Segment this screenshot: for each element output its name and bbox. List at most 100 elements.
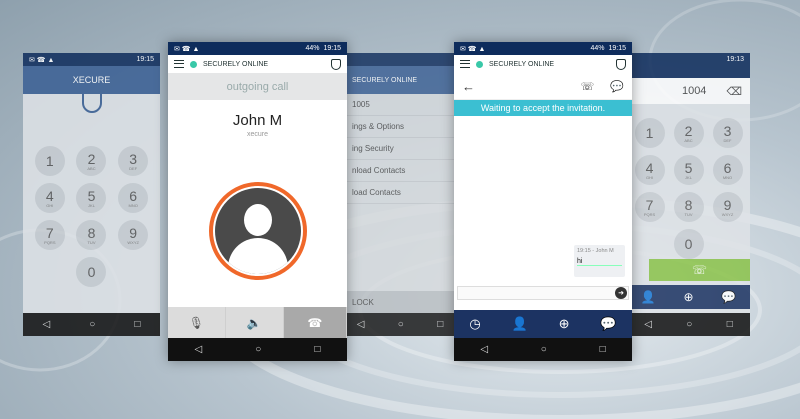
call-icon[interactable]: ☏ xyxy=(581,80,595,93)
hangup-button[interactable]: ☎ xyxy=(283,307,347,338)
message-input[interactable]: ➜ xyxy=(457,286,629,300)
home-icon[interactable]: ○ xyxy=(89,319,95,330)
contacts-icon[interactable]: 👤 xyxy=(641,290,656,304)
dial-key[interactable]: 4 GHI xyxy=(34,183,65,213)
dial-key[interactable]: 2 ABC xyxy=(76,146,107,176)
number-entry[interactable]: 1004 ⌫ xyxy=(627,78,750,104)
dial-key[interactable]: 8 TUV xyxy=(76,220,107,250)
dial-key[interactable]: 3 DEF xyxy=(118,146,149,176)
dial-key[interactable]: 7 PQRS xyxy=(34,220,65,250)
call-phone: ✉ ☎ ▲ 44% 19:15 SECURELY ONLINE outgoing … xyxy=(168,42,347,361)
dialer-phone-left: ✉ ☎ ▲ 19:15 XECURE 1 2 ABC 3 DEF 4 GHI 5 JKL 6 MNO 7… xyxy=(23,53,160,336)
call-controls: 🎙 🔈 ☎ xyxy=(168,307,347,338)
dial-key[interactable]: 9 WXYZ xyxy=(118,220,149,250)
bottom-tabs: 👤 ⊕ 💬 xyxy=(627,285,750,309)
online-indicator xyxy=(476,60,483,68)
menu-item[interactable]: nload Contacts xyxy=(340,160,460,182)
dialed-number: 1004 xyxy=(681,85,707,97)
back-icon[interactable]: ◁ xyxy=(195,344,203,355)
connection-status: SECURELY ONLINE xyxy=(203,60,269,68)
avatar xyxy=(208,182,307,280)
message-text: hi xyxy=(577,258,622,266)
status-bar: 19:13 xyxy=(627,53,750,66)
dial-key[interactable]: 3 DEF xyxy=(712,118,743,148)
app-bar: SECURELY ONLINE xyxy=(454,55,632,73)
phone-icon: ☏ xyxy=(691,263,707,277)
dial-key[interactable]: 8 TUV xyxy=(673,192,704,222)
waiting-banner: Waiting to accept the invitation. xyxy=(454,100,632,116)
dial-key[interactable]: 6 MNO xyxy=(118,183,149,213)
dial-keypad: 1 2 ABC 3 DEF 4 GHI 5 JKL 6 MNO 7 PQRS 8 TUV 9 WXYZ 0 xyxy=(23,146,160,287)
recents-icon[interactable]: □ xyxy=(600,344,606,355)
dial-key[interactable]: 5 JKL xyxy=(673,155,704,185)
history-icon[interactable]: ◷ xyxy=(469,316,480,332)
back-arrow-icon[interactable]: ← xyxy=(462,79,475,94)
status-bar xyxy=(340,53,460,66)
menu-icon[interactable] xyxy=(174,60,184,68)
xecure-shield-icon xyxy=(82,89,102,113)
dial-key[interactable]: 9 WXYZ xyxy=(712,192,743,222)
dial-key[interactable]: 2 ABC xyxy=(673,118,704,148)
menu-icon[interactable] xyxy=(460,60,470,68)
chat-toolbar: ← ☏ 💬 xyxy=(454,73,632,100)
dial-keypad: 1 2 ABC 3 DEF 4 GHI 5 JKL 6 MNO 7 PQRS 8 TUV 9 WXYZ 0 xyxy=(627,118,750,259)
callee-name: John M xyxy=(232,112,283,129)
dialpad-icon[interactable]: ⊕ xyxy=(559,316,570,332)
back-icon[interactable]: ◁ xyxy=(43,319,51,330)
menu-phone: SECURELY ONLINE 1005 ings & Options ing S… xyxy=(340,53,460,336)
hangup-icon: ☎ xyxy=(307,315,323,330)
dial-key[interactable]: 1 xyxy=(634,118,665,148)
home-icon[interactable]: ○ xyxy=(541,344,547,355)
bottom-tabs: ◷ 👤 ⊕ 💬 xyxy=(454,310,632,338)
dial-key[interactable]: 5 JKL xyxy=(76,183,107,213)
mic-off-icon: 🎙 xyxy=(188,315,204,330)
android-nav-bar: ◁ ○ □ xyxy=(340,313,460,336)
online-indicator xyxy=(190,60,197,68)
shield-icon[interactable] xyxy=(331,58,341,70)
chat-icon[interactable]: 💬 xyxy=(600,316,616,332)
app-title: XECURE xyxy=(72,75,111,85)
chat-options-icon[interactable]: 💬 xyxy=(610,80,624,93)
android-nav-bar: ◁ ○ □ xyxy=(23,313,160,336)
app-bar: SECURELY ONLINE xyxy=(168,55,347,73)
speaker-button[interactable]: 🔈 xyxy=(225,307,284,338)
home-icon[interactable]: ○ xyxy=(255,344,261,355)
recents-icon[interactable]: □ xyxy=(314,344,320,355)
android-nav-bar: ◁ ○ □ xyxy=(627,313,750,336)
status-bar: ✉ ☎ ▲ 44% 19:15 xyxy=(454,42,632,55)
chat-icon[interactable]: 💬 xyxy=(721,290,736,304)
speaker-icon: 🔈 xyxy=(246,315,262,330)
mute-button[interactable]: 🎙 xyxy=(168,307,226,338)
dialer-phone-right: 19:13 1004 ⌫ 1 2 ABC 3 DEF 4 GHI 5 JKL 6 MNO 7 PQRS 8… xyxy=(627,53,750,336)
menu-item[interactable]: load Contacts xyxy=(340,182,460,204)
backspace-icon[interactable]: ⌫ xyxy=(726,85,742,98)
dial-key[interactable]: 4 GHI xyxy=(634,155,665,185)
menu-item[interactable]: ing Security xyxy=(340,138,460,160)
dial-key[interactable]: 1 xyxy=(34,146,65,176)
call-state: outgoing call xyxy=(168,73,347,100)
shield-icon[interactable] xyxy=(616,58,626,70)
status-bar: ✉ ☎ ▲ 19:15 xyxy=(23,53,160,66)
menu-item[interactable]: ings & Options xyxy=(340,116,460,138)
android-nav-bar: ◁ ○ □ xyxy=(168,338,347,361)
back-icon[interactable]: ◁ xyxy=(480,344,488,355)
connection-status: SECURELY ONLINE xyxy=(489,60,555,68)
menu-list: ings & Options ing Security nload Contacts… xyxy=(340,116,460,204)
dialpad-icon[interactable]: ⊕ xyxy=(683,290,693,304)
recents-icon[interactable]: □ xyxy=(134,319,140,330)
lock-button[interactable]: LOCK xyxy=(340,291,460,313)
callee-domain: xecure xyxy=(246,131,268,138)
status-bar: ✉ ☎ ▲ 44% 19:15 xyxy=(168,42,347,55)
call-button[interactable]: ☏ xyxy=(649,259,750,281)
send-icon[interactable]: ➜ xyxy=(615,287,627,299)
dial-key[interactable]: 0 xyxy=(673,229,704,259)
dial-key[interactable]: 6 MNO xyxy=(712,155,743,185)
menu-number: 1005 xyxy=(340,94,460,116)
message-meta: 19:15 - John M xyxy=(577,248,614,254)
message-bubble: 19:15 - John M hi xyxy=(574,245,625,277)
dial-key[interactable]: 0 xyxy=(76,257,107,287)
chat-phone: ✉ ☎ ▲ 44% 19:15 SECURELY ONLINE ← ☏ 💬 Wai… xyxy=(454,42,632,361)
app-header: SECURELY ONLINE xyxy=(340,66,460,94)
dial-key[interactable]: 7 PQRS xyxy=(634,192,665,222)
contacts-icon[interactable]: 👤 xyxy=(512,316,528,332)
